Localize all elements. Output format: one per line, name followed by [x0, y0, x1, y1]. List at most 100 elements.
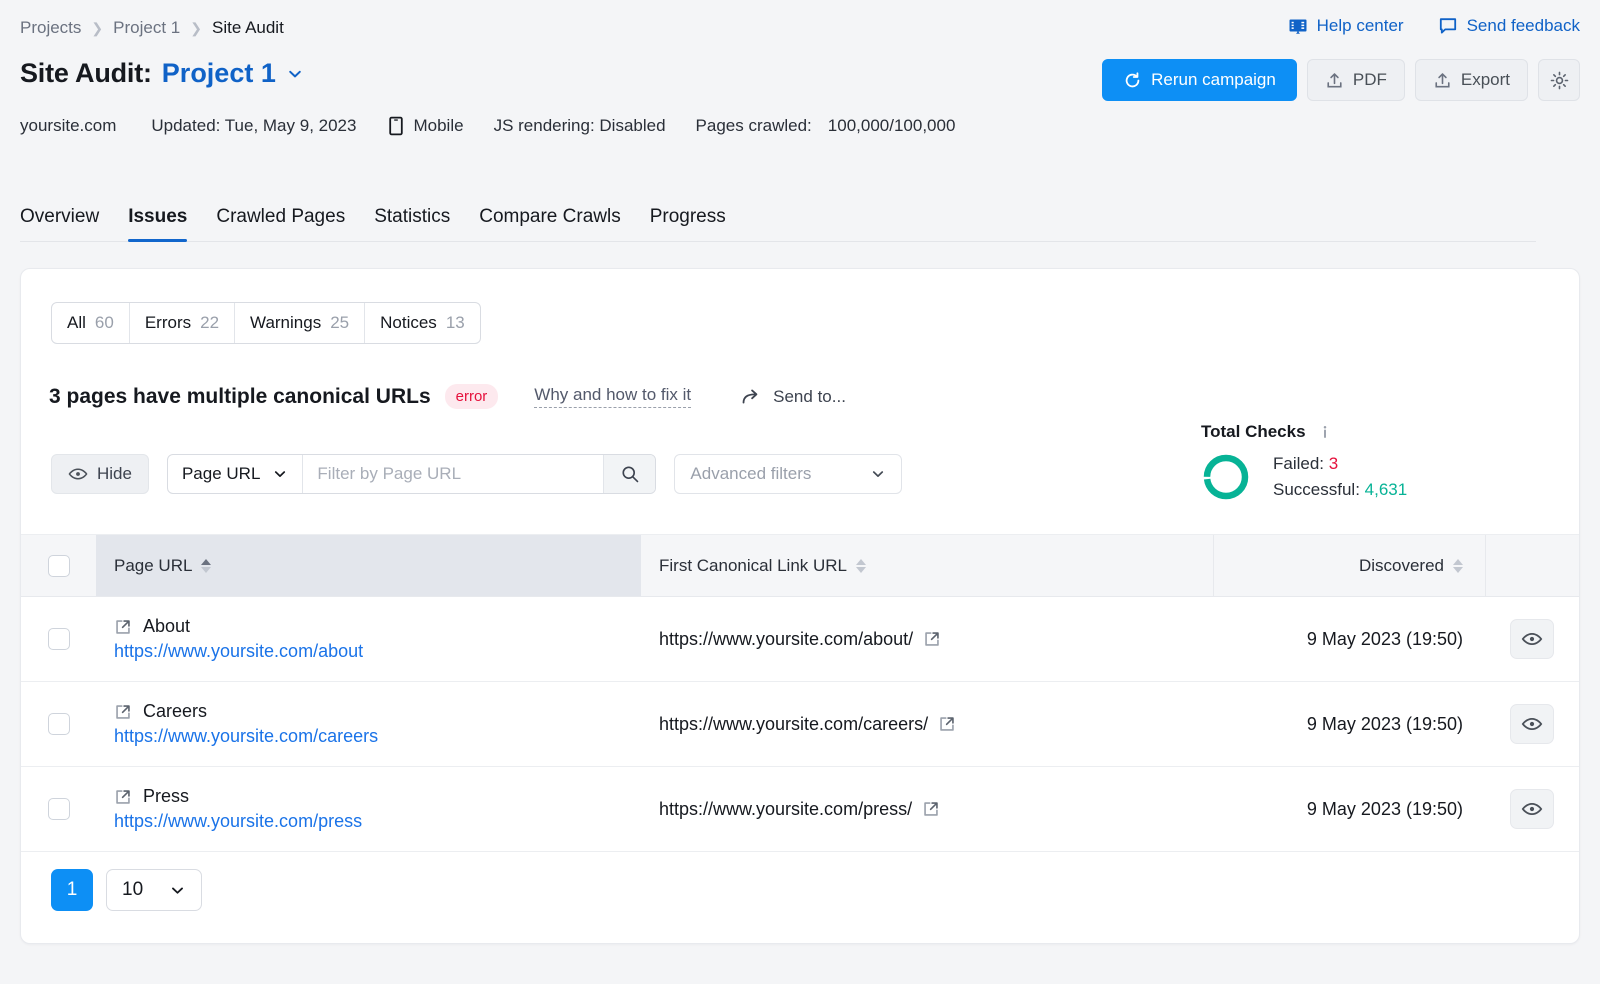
row-checkbox[interactable] — [48, 628, 70, 650]
upload-icon — [1433, 71, 1452, 90]
preview-button[interactable] — [1510, 704, 1554, 744]
column-header-discovered[interactable]: Discovered — [1213, 535, 1485, 596]
page-size-select[interactable]: 10 — [106, 869, 202, 911]
tab-progress[interactable]: Progress — [650, 206, 726, 241]
export-button[interactable]: Export — [1415, 59, 1528, 101]
preview-button[interactable] — [1510, 789, 1554, 829]
tab-crawled-pages[interactable]: Crawled Pages — [216, 206, 345, 241]
rerun-campaign-label: Rerun campaign — [1151, 70, 1276, 90]
cell-actions — [1485, 597, 1579, 681]
page-name: Press — [114, 786, 189, 807]
external-link-icon[interactable] — [114, 703, 132, 721]
chevron-down-icon[interactable] — [286, 65, 304, 83]
cell-canonical-url: https://www.yoursite.com/about/ — [641, 597, 1213, 681]
segment-warnings-count: 25 — [330, 313, 349, 333]
segment-errors[interactable]: Errors 22 — [130, 303, 235, 343]
help-center-link[interactable]: Help center — [1288, 16, 1404, 36]
column-header-page-url[interactable]: Page URL — [96, 535, 641, 596]
select-all-cell — [21, 535, 96, 596]
rerun-campaign-button[interactable]: Rerun campaign — [1102, 59, 1297, 101]
site-audit-page: Projects ❯ Project 1 ❯ Site Audit — [0, 0, 1600, 984]
segment-warnings[interactable]: Warnings 25 — [235, 303, 365, 343]
project-selector[interactable]: Project 1 — [162, 58, 276, 89]
total-checks-title: Total Checks — [1201, 422, 1306, 442]
sort-icon[interactable] — [1453, 559, 1463, 573]
select-all-checkbox[interactable] — [48, 555, 70, 577]
external-link-icon[interactable] — [922, 800, 940, 818]
sort-icon[interactable] — [201, 559, 211, 573]
breadcrumb-item-projects[interactable]: Projects — [20, 18, 81, 38]
pdf-button[interactable]: PDF — [1307, 59, 1405, 101]
column-header-canonical-url[interactable]: First Canonical Link URL — [641, 535, 1213, 596]
breadcrumb-item-site-audit: Site Audit — [212, 18, 284, 38]
row-select-cell — [21, 597, 96, 681]
filter-column-select[interactable]: Page URL — [168, 455, 303, 493]
settings-button[interactable] — [1538, 59, 1580, 101]
tab-issues[interactable]: Issues — [128, 206, 187, 241]
segment-all-label: All — [67, 313, 86, 333]
pdf-label: PDF — [1353, 70, 1387, 90]
table-row[interactable]: Press https://www.yoursite.com/press htt… — [21, 767, 1579, 852]
sort-icon[interactable] — [856, 559, 866, 573]
issue-type-filter: All 60 Errors 22 Warnings 25 Notices 13 — [51, 302, 481, 344]
column-header-canonical-url-label: First Canonical Link URL — [659, 556, 847, 576]
advanced-filters-label: Advanced filters — [690, 464, 811, 484]
cell-discovered: 9 May 2023 (19:50) — [1213, 682, 1485, 766]
send-to-button[interactable]: Send to... — [741, 387, 846, 407]
why-and-how-to-fix-it-link[interactable]: Why and how to fix it — [534, 385, 691, 408]
send-feedback-link[interactable]: Send feedback — [1438, 16, 1580, 36]
external-link-icon[interactable] — [923, 630, 941, 648]
preview-button[interactable] — [1510, 619, 1554, 659]
cell-canonical-url: https://www.yoursite.com/careers/ — [641, 682, 1213, 766]
breadcrumb-item-project-1[interactable]: Project 1 — [113, 18, 180, 38]
page-name-label: Press — [143, 786, 189, 807]
external-link-icon[interactable] — [114, 618, 132, 636]
total-checks-donut-chart — [1201, 452, 1251, 502]
column-header-actions — [1485, 535, 1579, 596]
column-header-discovered-label: Discovered — [1359, 556, 1444, 576]
cell-discovered: 9 May 2023 (19:50) — [1213, 597, 1485, 681]
breadcrumb-separator-icon: ❯ — [190, 21, 202, 35]
tab-overview[interactable]: Overview — [20, 206, 99, 241]
meta-pages-crawled-value: 100,000/100,000 — [828, 116, 956, 136]
page-title-prefix: Site Audit: — [20, 58, 152, 89]
page-url-link[interactable]: https://www.yoursite.com/about — [114, 641, 363, 662]
page-name: Careers — [114, 701, 207, 722]
page-title: Site Audit: Project 1 — [20, 58, 304, 89]
cell-page-url: Careers https://www.yoursite.com/careers — [96, 682, 641, 766]
tab-statistics[interactable]: Statistics — [374, 206, 450, 241]
meta-pages-crawled-label: Pages crawled: — [696, 116, 812, 136]
page-number-1[interactable]: 1 — [51, 869, 93, 911]
page-url-link[interactable]: https://www.yoursite.com/press — [114, 811, 362, 832]
eye-icon — [1521, 798, 1543, 820]
canonical-url-text: https://www.yoursite.com/press/ — [659, 799, 912, 820]
audit-meta: yoursite.com Updated: Tue, May 9, 2023 M… — [20, 116, 955, 136]
segment-all-count: 60 — [95, 313, 114, 333]
filter-text-input[interactable] — [303, 455, 603, 493]
pagination: 1 10 — [51, 869, 202, 911]
external-link-icon[interactable] — [938, 715, 956, 733]
search-button[interactable] — [603, 455, 655, 493]
segment-notices[interactable]: Notices 13 — [365, 303, 480, 343]
segment-all[interactable]: All 60 — [52, 303, 130, 343]
hide-button[interactable]: Hide — [51, 454, 149, 494]
advanced-filters-dropdown[interactable]: Advanced filters — [674, 454, 902, 494]
external-link-icon[interactable] — [114, 788, 132, 806]
filter-bar: Hide Page URL — [51, 454, 902, 494]
page-name-label: Careers — [143, 701, 207, 722]
segment-errors-label: Errors — [145, 313, 191, 333]
table-row[interactable]: About https://www.yoursite.com/about htt… — [21, 597, 1579, 682]
tab-compare-crawls[interactable]: Compare Crawls — [479, 206, 620, 241]
cell-canonical-url: https://www.yoursite.com/press/ — [641, 767, 1213, 851]
row-checkbox[interactable] — [48, 798, 70, 820]
total-checks-values: Failed: 3 Successful: 4,631 — [1273, 451, 1407, 504]
status-badge: error — [445, 384, 499, 409]
info-icon[interactable] — [1316, 423, 1334, 441]
table-row[interactable]: Careers https://www.yoursite.com/careers… — [21, 682, 1579, 767]
cell-actions — [1485, 682, 1579, 766]
page-url-link[interactable]: https://www.yoursite.com/careers — [114, 726, 378, 747]
column-header-page-url-label: Page URL — [114, 556, 192, 576]
row-checkbox[interactable] — [48, 713, 70, 735]
failed-value: 3 — [1329, 454, 1338, 473]
table-header-row: Page URL First Canonical Link URL Discov… — [21, 534, 1579, 597]
